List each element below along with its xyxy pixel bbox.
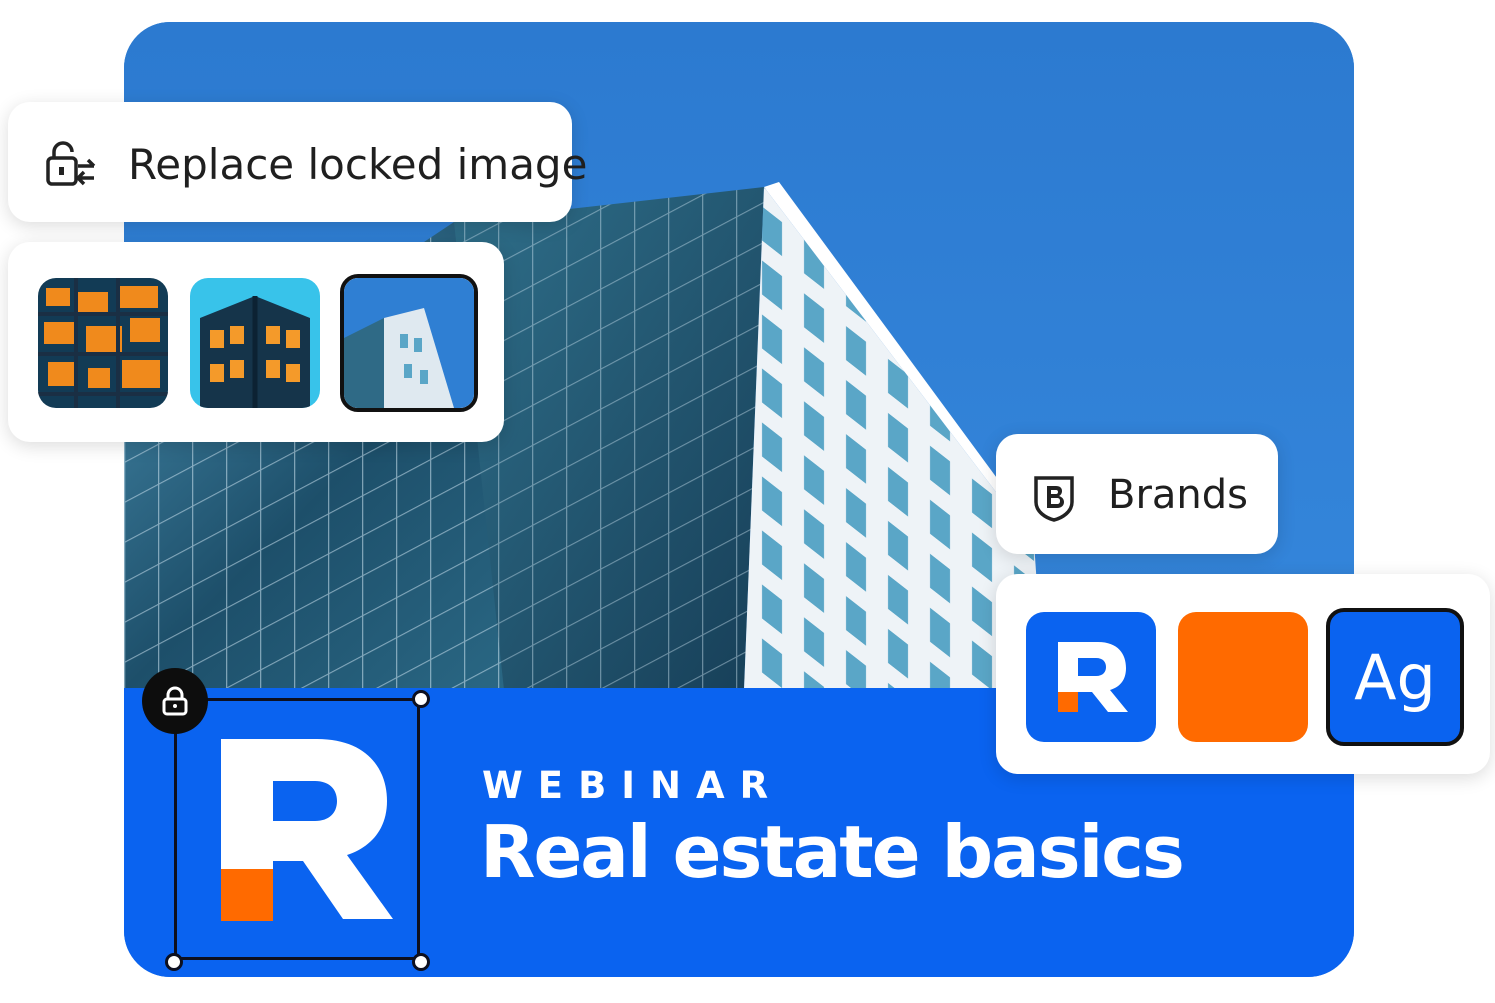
brand-logo-r (221, 739, 393, 921)
replace-locked-image-label: Replace locked image (128, 140, 588, 189)
lock-badge[interactable] (142, 668, 208, 734)
resize-handle-bottom-left[interactable] (165, 953, 183, 971)
replace-locked-image-button[interactable]: Replace locked image (8, 102, 587, 222)
lock-icon (162, 686, 188, 716)
brands-label: Brands (1108, 472, 1248, 518)
resize-handle-top-right[interactable] (412, 690, 430, 708)
brand-shield-icon (1034, 476, 1074, 522)
font-sample-text: Ag (1354, 640, 1436, 714)
orange-windows-thumb[interactable] (38, 278, 168, 408)
skyscraper-thumb[interactable] (340, 274, 478, 412)
image-options-panel (8, 242, 504, 442)
brand-assets-panel: Ag (996, 574, 1490, 774)
banner-eyebrow[interactable]: WEBINAR (482, 764, 783, 807)
building-corner-thumb[interactable] (190, 278, 320, 408)
logo-selection-frame[interactable] (174, 698, 420, 960)
resize-handle-bottom-right[interactable] (412, 953, 430, 971)
brands-button[interactable]: Brands (996, 434, 1278, 554)
brand-logo-swatch[interactable] (1026, 612, 1156, 742)
brand-orange-swatch[interactable] (1178, 612, 1308, 742)
brand-font-swatch[interactable]: Ag (1326, 608, 1464, 746)
lock-replace-icon (46, 141, 96, 186)
banner-title[interactable]: Real estate basics (480, 810, 1185, 894)
